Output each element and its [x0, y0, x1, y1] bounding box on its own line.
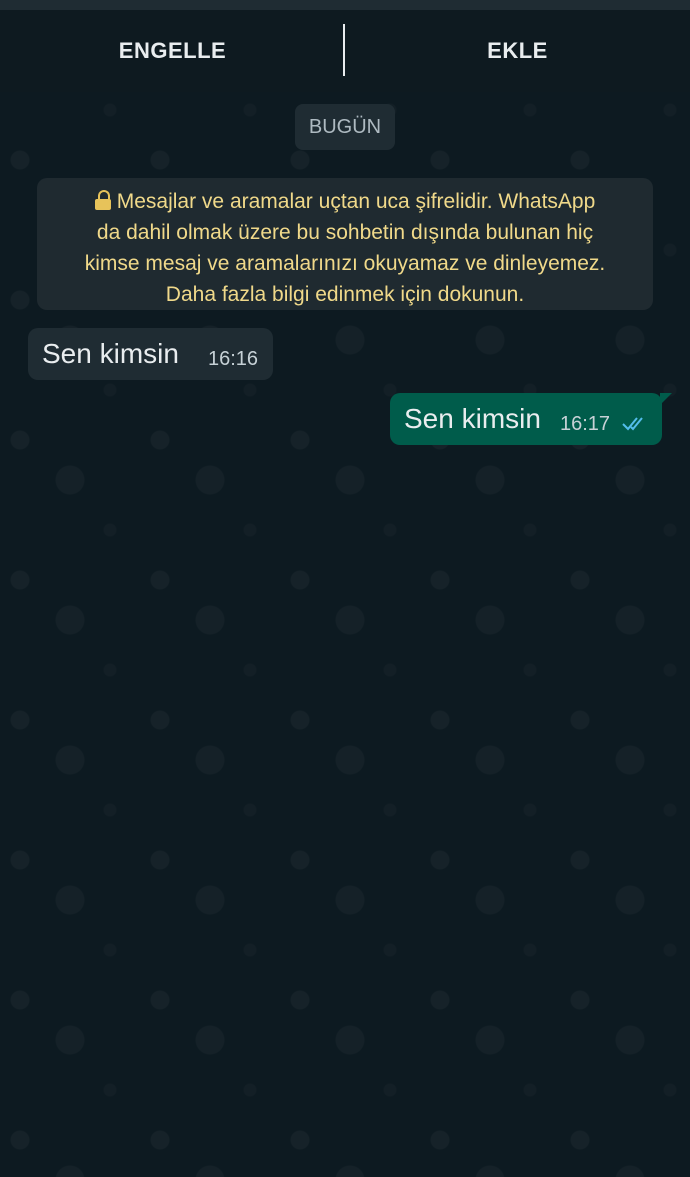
message-time: 16:17	[560, 413, 611, 435]
date-chip: BUGÜN	[295, 104, 395, 150]
unknown-contact-action-bar: ENGELLE EKLE	[0, 10, 690, 92]
add-contact-button[interactable]: EKLE	[345, 10, 690, 92]
message-text: Sen kimsin	[42, 338, 179, 369]
encryption-notice-line-3: kimse mesaj ve aramalarınızı okuyamaz ve…	[84, 252, 606, 275]
encryption-notice-line-2: da dahil olmak üzere bu sohbetin dışında…	[96, 221, 594, 244]
message-time: 16:16	[208, 348, 259, 370]
lock-icon	[94, 190, 111, 210]
outgoing-message[interactable]: Sen kimsin 16:17	[390, 393, 672, 445]
chat-screen: ENGELLE EKLE BUGÜN Mesajlar ve aramalar …	[0, 0, 690, 1177]
double-check-icon	[622, 417, 643, 431]
encryption-notice-line-1: Mesajlar ve aramalar uçtan uca şifrelidi…	[116, 190, 596, 213]
status-strip	[0, 0, 690, 10]
action-divider	[343, 24, 345, 76]
incoming-message[interactable]: Sen kimsin 16:16	[28, 328, 273, 380]
encryption-notice[interactable]: Mesajlar ve aramalar uçtan uca şifrelidi…	[37, 178, 653, 310]
message-text: Sen kimsin	[404, 403, 541, 434]
block-button[interactable]: ENGELLE	[0, 10, 345, 92]
bubble-tail	[660, 393, 672, 405]
encryption-notice-line-4: Daha fazla bilgi edinmek için dokunun.	[165, 283, 525, 306]
